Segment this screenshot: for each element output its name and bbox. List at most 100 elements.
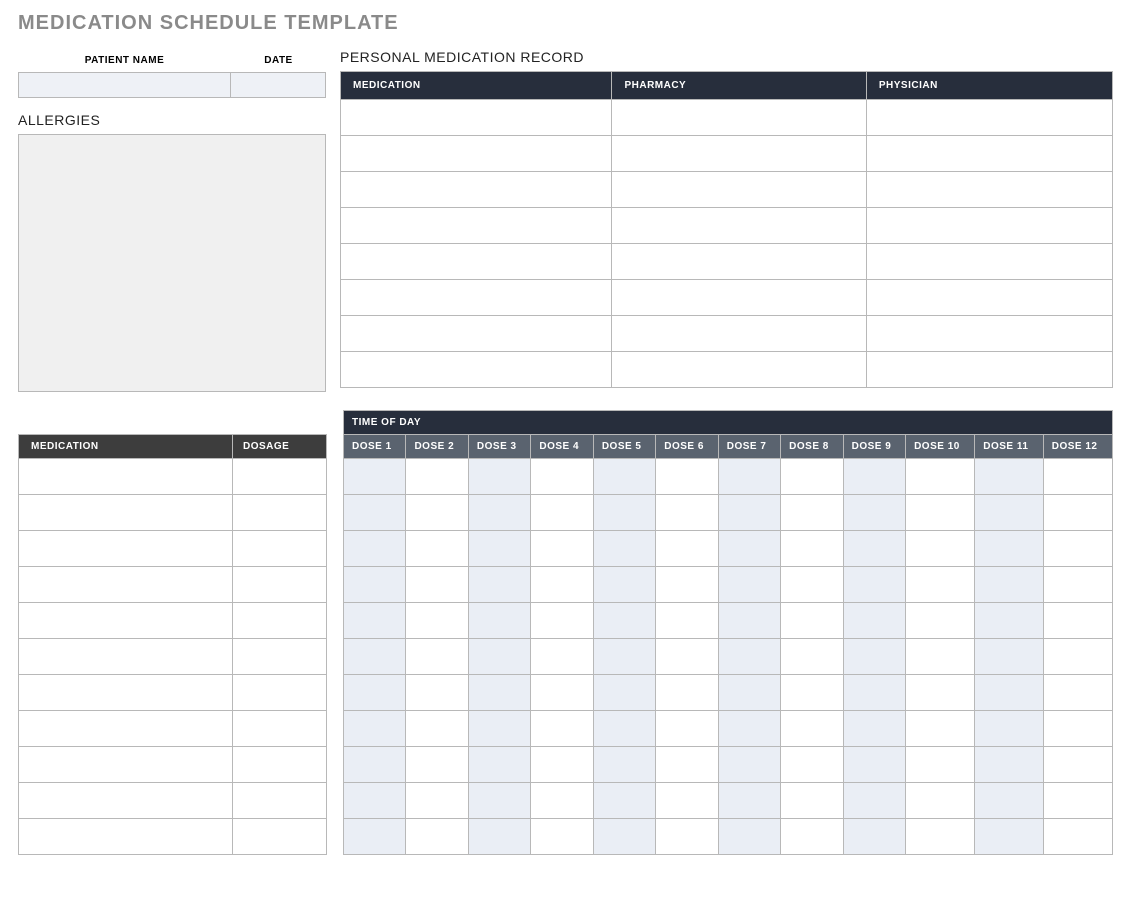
dose-cell[interactable] bbox=[344, 711, 406, 747]
dose-cell[interactable] bbox=[781, 495, 843, 531]
schedule-dosage-cell[interactable] bbox=[233, 819, 327, 855]
dose-cell[interactable] bbox=[975, 675, 1044, 711]
dose-cell[interactable] bbox=[781, 639, 843, 675]
dose-cell[interactable] bbox=[843, 567, 905, 603]
dose-cell[interactable] bbox=[906, 639, 975, 675]
dose-cell[interactable] bbox=[1043, 531, 1112, 567]
dose-cell[interactable] bbox=[593, 783, 655, 819]
schedule-medication-cell[interactable] bbox=[19, 639, 233, 675]
dose-cell[interactable] bbox=[656, 495, 718, 531]
dose-cell[interactable] bbox=[406, 603, 468, 639]
dose-cell[interactable] bbox=[531, 711, 593, 747]
pmr-cell[interactable] bbox=[866, 136, 1112, 172]
dose-cell[interactable] bbox=[593, 747, 655, 783]
dose-cell[interactable] bbox=[468, 819, 530, 855]
schedule-dosage-cell[interactable] bbox=[233, 747, 327, 783]
pmr-cell[interactable] bbox=[612, 208, 866, 244]
dose-cell[interactable] bbox=[975, 639, 1044, 675]
schedule-medication-cell[interactable] bbox=[19, 783, 233, 819]
dose-cell[interactable] bbox=[406, 783, 468, 819]
dose-cell[interactable] bbox=[406, 747, 468, 783]
pmr-cell[interactable] bbox=[341, 136, 612, 172]
schedule-medication-cell[interactable] bbox=[19, 567, 233, 603]
dose-cell[interactable] bbox=[656, 747, 718, 783]
dose-cell[interactable] bbox=[843, 819, 905, 855]
dose-cell[interactable] bbox=[843, 783, 905, 819]
dose-cell[interactable] bbox=[656, 567, 718, 603]
dose-cell[interactable] bbox=[781, 531, 843, 567]
dose-cell[interactable] bbox=[344, 675, 406, 711]
dose-cell[interactable] bbox=[344, 783, 406, 819]
pmr-cell[interactable] bbox=[612, 280, 866, 316]
dose-cell[interactable] bbox=[1043, 819, 1112, 855]
dose-cell[interactable] bbox=[1043, 711, 1112, 747]
dose-cell[interactable] bbox=[593, 531, 655, 567]
dose-cell[interactable] bbox=[975, 819, 1044, 855]
dose-cell[interactable] bbox=[718, 711, 780, 747]
dose-cell[interactable] bbox=[468, 495, 530, 531]
pmr-cell[interactable] bbox=[866, 316, 1112, 352]
dose-cell[interactable] bbox=[718, 639, 780, 675]
schedule-medication-cell[interactable] bbox=[19, 711, 233, 747]
dose-cell[interactable] bbox=[406, 711, 468, 747]
pmr-cell[interactable] bbox=[341, 280, 612, 316]
schedule-medication-cell[interactable] bbox=[19, 495, 233, 531]
dose-cell[interactable] bbox=[781, 675, 843, 711]
dose-cell[interactable] bbox=[975, 495, 1044, 531]
schedule-dosage-cell[interactable] bbox=[233, 711, 327, 747]
dose-cell[interactable] bbox=[531, 603, 593, 639]
pmr-cell[interactable] bbox=[341, 208, 612, 244]
dose-cell[interactable] bbox=[406, 495, 468, 531]
pmr-cell[interactable] bbox=[612, 316, 866, 352]
dose-cell[interactable] bbox=[656, 603, 718, 639]
dose-cell[interactable] bbox=[1043, 495, 1112, 531]
dose-cell[interactable] bbox=[531, 495, 593, 531]
dose-cell[interactable] bbox=[1043, 639, 1112, 675]
dose-cell[interactable] bbox=[975, 711, 1044, 747]
dose-cell[interactable] bbox=[344, 567, 406, 603]
pmr-cell[interactable] bbox=[612, 352, 866, 388]
pmr-cell[interactable] bbox=[612, 244, 866, 280]
dose-cell[interactable] bbox=[593, 711, 655, 747]
schedule-dosage-cell[interactable] bbox=[233, 639, 327, 675]
dose-cell[interactable] bbox=[468, 675, 530, 711]
pmr-cell[interactable] bbox=[612, 136, 866, 172]
dose-cell[interactable] bbox=[656, 531, 718, 567]
dose-cell[interactable] bbox=[718, 783, 780, 819]
pmr-cell[interactable] bbox=[866, 172, 1112, 208]
dose-cell[interactable] bbox=[843, 603, 905, 639]
dose-cell[interactable] bbox=[344, 747, 406, 783]
dose-cell[interactable] bbox=[843, 747, 905, 783]
dose-cell[interactable] bbox=[406, 675, 468, 711]
dose-cell[interactable] bbox=[531, 567, 593, 603]
patient-date-input[interactable] bbox=[231, 72, 326, 98]
dose-cell[interactable] bbox=[843, 531, 905, 567]
dose-cell[interactable] bbox=[344, 495, 406, 531]
dose-cell[interactable] bbox=[1043, 603, 1112, 639]
pmr-cell[interactable] bbox=[866, 100, 1112, 136]
dose-cell[interactable] bbox=[1043, 459, 1112, 495]
dose-cell[interactable] bbox=[531, 675, 593, 711]
pmr-cell[interactable] bbox=[341, 100, 612, 136]
dose-cell[interactable] bbox=[718, 567, 780, 603]
dose-cell[interactable] bbox=[593, 639, 655, 675]
dose-cell[interactable] bbox=[843, 459, 905, 495]
dose-cell[interactable] bbox=[718, 603, 780, 639]
dose-cell[interactable] bbox=[906, 747, 975, 783]
dose-cell[interactable] bbox=[975, 459, 1044, 495]
dose-cell[interactable] bbox=[406, 567, 468, 603]
pmr-cell[interactable] bbox=[866, 244, 1112, 280]
schedule-dosage-cell[interactable] bbox=[233, 531, 327, 567]
dose-cell[interactable] bbox=[656, 459, 718, 495]
dose-cell[interactable] bbox=[406, 531, 468, 567]
dose-cell[interactable] bbox=[906, 603, 975, 639]
dose-cell[interactable] bbox=[468, 639, 530, 675]
dose-cell[interactable] bbox=[906, 459, 975, 495]
dose-cell[interactable] bbox=[975, 783, 1044, 819]
pmr-cell[interactable] bbox=[341, 172, 612, 208]
schedule-dosage-cell[interactable] bbox=[233, 675, 327, 711]
dose-cell[interactable] bbox=[531, 459, 593, 495]
dose-cell[interactable] bbox=[781, 459, 843, 495]
dose-cell[interactable] bbox=[906, 567, 975, 603]
dose-cell[interactable] bbox=[531, 819, 593, 855]
